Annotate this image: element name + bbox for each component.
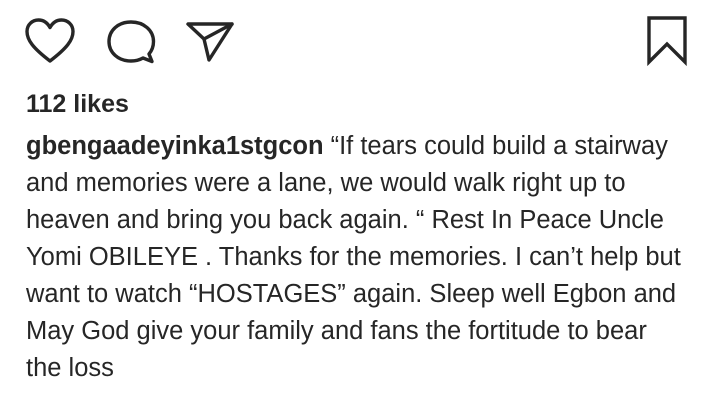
like-button[interactable] xyxy=(25,18,75,64)
caption-username[interactable]: gbengaadeyinka1stgcon xyxy=(26,132,324,160)
post-caption: gbengaadeyinka1stgcon “If tears could bui… xyxy=(26,128,686,387)
comment-button[interactable] xyxy=(107,20,156,64)
save-button[interactable] xyxy=(647,16,687,67)
share-button[interactable] xyxy=(186,22,234,62)
comment-bubble-icon xyxy=(107,20,156,64)
bookmark-outline-icon xyxy=(647,16,687,67)
heart-outline-icon xyxy=(25,18,75,63)
likes-count[interactable]: 112 likes xyxy=(26,88,129,120)
paper-plane-icon xyxy=(186,22,234,62)
caption-text: “If tears could build a stairway and mem… xyxy=(26,132,681,382)
post-action-bar xyxy=(0,0,717,80)
